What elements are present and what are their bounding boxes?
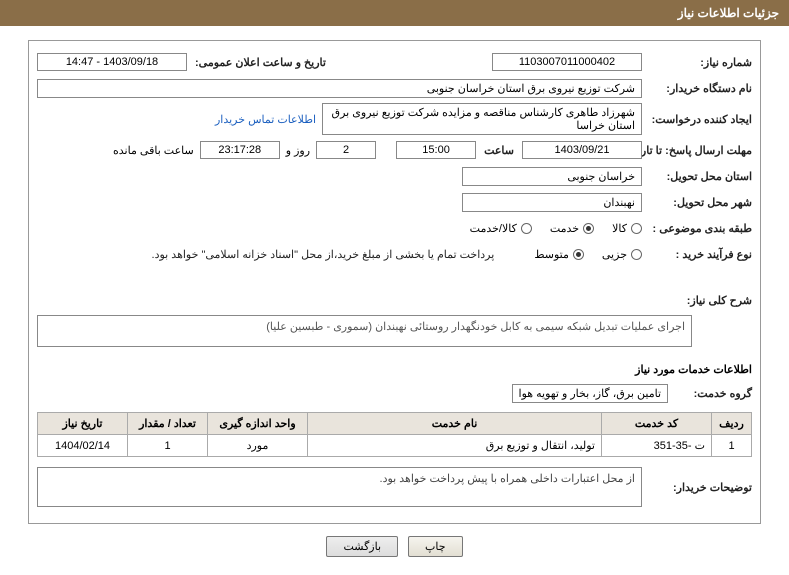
radio-icon [583, 223, 594, 234]
details-panel: شماره نیاز: 1103007011000402 تاریخ و ساع… [28, 40, 761, 524]
th-code: کد خدمت [602, 413, 712, 435]
category-service-radio[interactable]: خدمت [550, 222, 594, 235]
cell-row: 1 [712, 435, 752, 457]
th-unit: واحد اندازه گیری [208, 413, 308, 435]
need-summary-box: اجرای عملیات تبدیل شبکه سیمی به کابل خود… [37, 315, 692, 347]
purchase-minor-label: جزیی [602, 248, 627, 261]
need-summary-text: اجرای عملیات تبدیل شبکه سیمی به کابل خود… [266, 321, 685, 333]
delivery-province-value: خراسان جنوبی [462, 167, 642, 186]
need-number-value: 1103007011000402 [492, 53, 642, 71]
buyer-notes-label: توضیحات خریدار: [642, 467, 752, 494]
buyer-notes-text: از محل اعتبارات داخلی همراه با پیش پرداخ… [380, 473, 635, 485]
delivery-province-label: استان محل تحویل: [642, 170, 752, 183]
requester-value: شهرزاد طاهری کارشناس مناقصه و مزایده شرک… [322, 103, 642, 135]
category-label: طبقه بندی موضوعی : [642, 222, 752, 235]
purchase-type-label: نوع فرآیند خرید : [642, 248, 752, 261]
purchase-medium-radio[interactable]: متوسط [534, 248, 584, 261]
cell-date: 1404/02/14 [38, 435, 128, 457]
th-name: نام خدمت [308, 413, 602, 435]
delivery-city-value: نهبندان [462, 193, 642, 212]
time-remaining-value: 23:17:28 [200, 141, 280, 159]
time-remaining-label: ساعت باقی مانده [113, 144, 200, 157]
requester-label: ایجاد کننده درخواست: [642, 113, 752, 126]
th-qty: تعداد / مقدار [128, 413, 208, 435]
category-both-radio[interactable]: کالا/خدمت [470, 222, 532, 235]
buyer-org-label: نام دستگاه خریدار: [642, 82, 752, 95]
category-goods-radio[interactable]: کالا [612, 222, 642, 235]
need-summary-label: شرح کلی نیاز: [642, 294, 752, 307]
payment-note: پرداخت تمام یا بخشی از مبلغ خرید،از محل … [152, 248, 505, 261]
cell-name: تولید، انتقال و توزیع برق [308, 435, 602, 457]
radio-icon [573, 249, 584, 260]
announce-datetime-label: تاریخ و ساعت اعلان عمومی: [191, 56, 326, 69]
hour-label: ساعت [476, 144, 522, 157]
buyer-contact-link[interactable]: اطلاعات تماس خریدار [215, 113, 322, 126]
radio-icon [631, 249, 642, 260]
need-number-label: شماره نیاز: [642, 56, 752, 69]
cell-code: ت -35-351 [602, 435, 712, 457]
cell-qty: 1 [128, 435, 208, 457]
action-buttons: چاپ بازگشت [0, 536, 789, 557]
announce-datetime-value: 1403/09/18 - 14:47 [37, 53, 187, 71]
table-row: 1 ت -35-351 تولید، انتقال و توزیع برق مو… [38, 435, 752, 457]
page-title: جزئیات اطلاعات نیاز [678, 6, 779, 20]
deadline-label: مهلت ارسال پاسخ: تا تاریخ: [642, 144, 752, 157]
services-table: ردیف کد خدمت نام خدمت واحد اندازه گیری ت… [37, 412, 752, 457]
print-button[interactable]: چاپ [408, 536, 463, 557]
service-group-value: تامین برق، گاز، بخار و تهویه هوا [512, 384, 668, 403]
th-row: ردیف [712, 413, 752, 435]
radio-icon [521, 223, 532, 234]
purchase-minor-radio[interactable]: جزیی [602, 248, 642, 261]
days-and-label: روز و [280, 144, 316, 157]
service-group-label: گروه خدمت: [672, 387, 752, 400]
category-goods-label: کالا [612, 222, 627, 235]
purchase-type-radio-group: جزیی متوسط [534, 248, 642, 261]
deadline-hour-value: 15:00 [396, 141, 476, 159]
category-service-label: خدمت [550, 222, 579, 235]
th-date: تاریخ نیاز [38, 413, 128, 435]
buyer-notes-box: از محل اعتبارات داخلی همراه با پیش پرداخ… [37, 467, 642, 507]
buyer-org-value: شرکت توزیع نیروی برق استان خراسان جنوبی [37, 79, 642, 98]
delivery-city-label: شهر محل تحویل: [642, 196, 752, 209]
radio-icon [631, 223, 642, 234]
purchase-medium-label: متوسط [534, 248, 569, 261]
deadline-date-value: 1403/09/21 [522, 141, 642, 159]
services-info-title: اطلاعات خدمات مورد نیاز [37, 363, 752, 376]
cell-unit: مورد [208, 435, 308, 457]
days-remaining-value: 2 [316, 141, 376, 159]
category-both-label: کالا/خدمت [470, 222, 517, 235]
back-button[interactable]: بازگشت [326, 536, 398, 557]
page-title-bar: جزئیات اطلاعات نیاز [0, 0, 789, 26]
category-radio-group: کالا خدمت کالا/خدمت [470, 222, 642, 235]
